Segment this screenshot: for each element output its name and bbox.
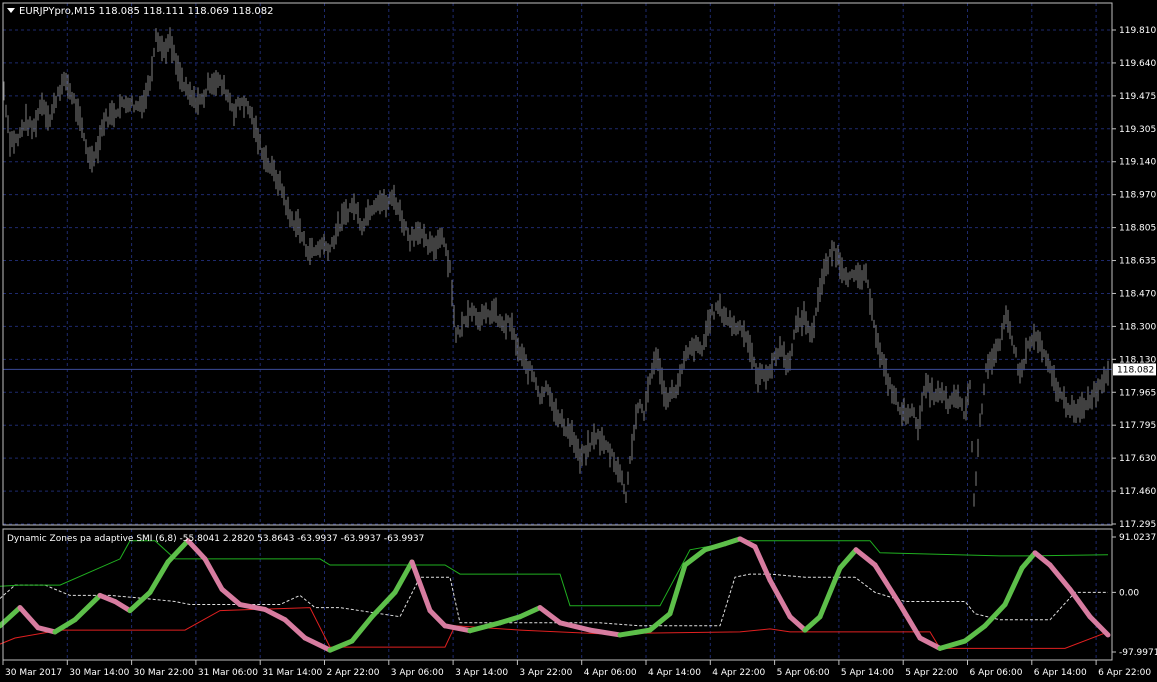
price-tick-label: 117.965 (1119, 388, 1156, 398)
time-tick-label: 30 Mar 2017 (5, 668, 62, 678)
time-tick-label: 4 Apr 22:00 (712, 668, 765, 678)
time-tick-label: 5 Apr 22:00 (905, 668, 958, 678)
price-tick-label: 117.460 (1119, 487, 1156, 497)
price-tick-label: 119.810 (1119, 26, 1156, 36)
price-tick-label: 117.630 (1119, 454, 1156, 464)
price-tick-label: 117.795 (1119, 421, 1156, 431)
time-tick-label: 2 Apr 22:00 (327, 668, 380, 678)
time-tick-label: 6 Apr 14:00 (1034, 668, 1087, 678)
symbol-header: EURJPYpro,M15 118.085 118.111 118.069 11… (19, 6, 273, 17)
time-tick-label: 3 Apr 22:00 (519, 668, 572, 678)
time-tick-label: 6 Apr 06:00 (970, 668, 1023, 678)
price-tick-label: 118.635 (1119, 257, 1156, 267)
time-tick-label: 30 Mar 22:00 (134, 668, 194, 678)
price-tick-label: 118.805 (1119, 224, 1156, 234)
price-tick-label: 119.640 (1119, 59, 1156, 69)
price-tick-label: 118.470 (1119, 289, 1156, 299)
time-tick-label: 3 Apr 14:00 (455, 668, 508, 678)
indicator-header: Dynamic Zones pa adaptive SMI (6,8) -55.… (7, 534, 424, 544)
time-tick-label: 5 Apr 06:00 (777, 668, 830, 678)
price-tick-label: 119.140 (1119, 158, 1156, 168)
time-tick-label: 4 Apr 06:00 (584, 668, 637, 678)
time-tick-label: 31 Mar 06:00 (198, 668, 258, 678)
indicator-tick-label: 0.00 (1119, 588, 1139, 598)
indicator-tick-label: 91.0237 (1119, 533, 1156, 543)
time-tick-label: 31 Mar 14:00 (262, 668, 322, 678)
time-tick-label: 30 Mar 14:00 (69, 668, 129, 678)
price-tick-label: 119.475 (1119, 92, 1156, 102)
price-tick-label: 117.295 (1119, 520, 1156, 530)
price-tick-label: 118.970 (1119, 191, 1156, 201)
metatrader-chart[interactable]: EURJPYpro,M15 118.085 118.111 118.069 11… (0, 0, 1157, 682)
time-tick-label: 3 Apr 06:00 (391, 668, 444, 678)
time-tick-label: 5 Apr 14:00 (841, 668, 894, 678)
time-tick-label: 6 Apr 22:00 (1098, 668, 1151, 678)
price-tick-label: 118.300 (1119, 322, 1156, 332)
indicator-tick-label: -97.9971 (1119, 648, 1157, 658)
current-price-marker: 118.082 (1113, 363, 1156, 376)
current-price-label: 118.082 (1117, 365, 1154, 375)
time-tick-label: 4 Apr 14:00 (648, 668, 701, 678)
price-tick-label: 119.305 (1119, 125, 1156, 135)
